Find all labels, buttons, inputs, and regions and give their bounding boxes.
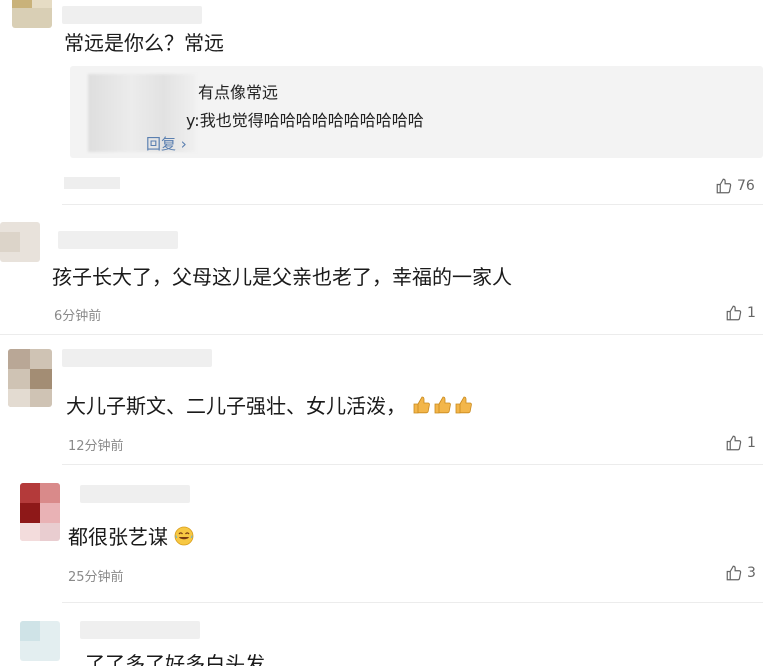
comment-text: 大儿子斯文、二儿子强壮、女儿活泼， bbox=[66, 394, 474, 420]
like-button[interactable]: 76 bbox=[715, 177, 755, 195]
like-button[interactable]: 1 bbox=[725, 304, 756, 322]
like-count: 3 bbox=[747, 565, 756, 581]
reply-line: y:我也觉得哈哈哈哈哈哈哈哈哈哈 bbox=[186, 111, 424, 130]
avatar[interactable] bbox=[0, 222, 40, 262]
timestamp bbox=[64, 177, 120, 193]
comment-text: 都很张艺谋 bbox=[68, 525, 194, 551]
like-count: 1 bbox=[747, 305, 756, 321]
thumbs-up-icon bbox=[726, 565, 742, 581]
view-replies-label: 回复 bbox=[146, 135, 177, 153]
avatar[interactable] bbox=[20, 621, 60, 661]
username[interactable] bbox=[62, 349, 212, 367]
thumbs-up-icon bbox=[726, 305, 742, 321]
thumbs-up-icon bbox=[716, 178, 732, 194]
timestamp: 25分钟前 bbox=[68, 570, 124, 585]
username[interactable] bbox=[62, 6, 202, 24]
comment-item: 常远是你么？常远 有点像常远 y:我也觉得哈哈哈哈哈哈哈哈哈哈 回复 › 76 bbox=[0, 0, 763, 205]
chevron-right-icon: › bbox=[176, 135, 187, 153]
username[interactable] bbox=[58, 231, 178, 249]
comment-text: ...了了多了好多白头发 bbox=[66, 652, 266, 666]
comment-text: 孩子长大了，父母这儿是父亲也老了，幸福的一家人 bbox=[52, 265, 512, 289]
view-replies-link[interactable]: 回复 › bbox=[146, 133, 187, 154]
comment-text-content: 都很张艺谋 bbox=[68, 525, 168, 549]
avatar[interactable] bbox=[20, 483, 60, 541]
laughing-tears-emoji-icon bbox=[174, 526, 194, 551]
comment-item: 都很张艺谋 25分钟前 3 bbox=[0, 465, 763, 603]
reply-line: 有点像常远 bbox=[198, 83, 279, 102]
reply-box: 有点像常远 y:我也觉得哈哈哈哈哈哈哈哈哈哈 回复 › bbox=[70, 66, 763, 158]
timestamp: 6分钟前 bbox=[54, 309, 102, 324]
comment-item: 孩子长大了，父母这儿是父亲也老了，幸福的一家人 6分钟前 1 bbox=[0, 205, 763, 335]
like-count: 76 bbox=[737, 178, 755, 194]
like-button[interactable]: 3 bbox=[725, 564, 756, 582]
like-button[interactable]: 1 bbox=[725, 434, 756, 452]
avatar[interactable] bbox=[12, 0, 52, 28]
thumbs-up-emoji-icon bbox=[412, 395, 474, 420]
comment-text: 常远是你么？常远 bbox=[64, 31, 224, 55]
thumbs-up-icon bbox=[726, 435, 742, 451]
timestamp-blur bbox=[64, 177, 120, 189]
timestamp: 12分钟前 bbox=[68, 439, 124, 454]
like-count: 1 bbox=[747, 435, 756, 451]
comment-text-content: 大儿子斯文、二儿子强壮、女儿活泼， bbox=[66, 394, 406, 418]
comment-item: ...了了多了好多白头发 bbox=[0, 603, 763, 666]
avatar[interactable] bbox=[8, 349, 52, 407]
username[interactable] bbox=[80, 485, 190, 503]
comment-item: 大儿子斯文、二儿子强壮、女儿活泼， 12分钟前 1 bbox=[0, 335, 763, 465]
username[interactable] bbox=[80, 621, 200, 639]
